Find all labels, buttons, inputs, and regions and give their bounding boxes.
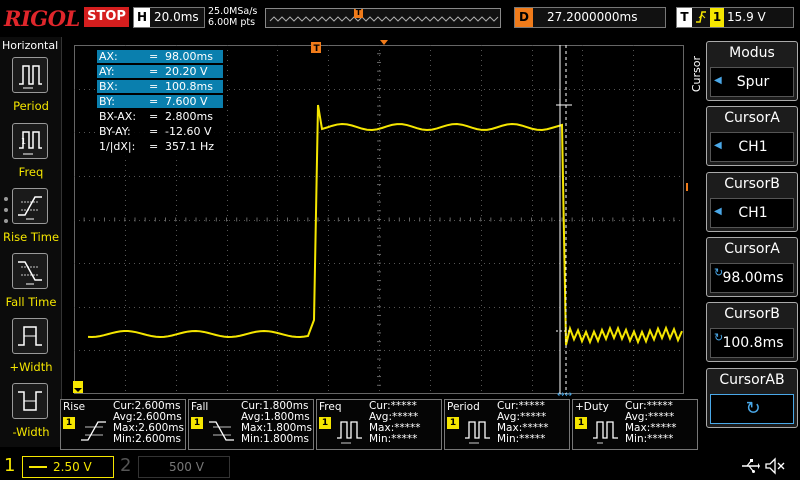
cursor-ab-value-box: ↻ [710,394,794,424]
rise-icon [81,421,106,441]
cursor-a-source-softkey[interactable]: CursorA ◀ CH1 [706,106,798,166]
duty-icon [593,421,618,444]
cursor-a-source-value-box: ◀ CH1 [710,132,794,162]
cursor-b-source-title: CursorB [724,176,780,192]
measurement-stats: Cur:2.600ms Avg:2.600ms Max:2.600ms Min:2.6… [113,400,185,445]
measurement-source: 1 [191,417,203,429]
dc-coupling-icon [29,466,47,468]
measurement-stats: Cur:***** Avg:***** Max:***** Min:***** [497,400,549,445]
cursor-a-position-softkey[interactable]: CursorA ↻ 98.00ms [706,237,798,297]
cursor-a-position-title: CursorA [724,241,780,257]
measurement-name: +Duty [575,401,609,413]
cursor-readout-panel: AX: = 98.00ms AY: = 20.20 V BX: = 100.8ms BY: =… [95,48,225,156]
measurement-source: 1 [63,417,75,429]
channel-status-bar: 1 2.50 V 2 500 V [0,452,800,480]
measurement-source: 1 [575,417,587,429]
measurement-name: Rise [63,401,86,413]
cursor-b-position-title: CursorB [724,306,780,322]
cursor-mode-title: Modus [729,45,775,61]
cursor-ab-softkey[interactable]: CursorAB ↻ [706,368,798,428]
cursor-b-source-value-box: ◀ CH1 [710,198,794,228]
ch1-number[interactable]: 1 [4,452,24,480]
speaker-mute-icon[interactable] [764,457,786,475]
measurement-rise[interactable]: Rise 1 Cur:2.600ms Avg:2.600ms Max:2.600ms… [60,399,186,450]
cursor-a-position-value-box: ↻ 98.00ms [710,263,794,293]
measurement-results-strip: Rise 1 Cur:2.600ms Avg:2.600ms Max:2.600ms… [60,399,700,450]
measurement-stats: Cur:***** Avg:***** Max:***** Min:***** [625,400,677,445]
cursor-bx-row: BX: = 100.8ms [97,80,223,93]
cursor-ay-row: AY: = 20.20 V [97,65,223,78]
measurement-source: 1 [447,417,459,429]
cursor-b-position-value: 100.8ms [722,335,784,351]
measurement-freq[interactable]: Freq 1 Cur:***** Avg:***** Max:***** Min:**… [316,399,442,450]
cursor-mode-value-box: ◀ Spur [710,67,794,97]
measurement-source: 1 [319,417,331,429]
measurement-name: Fall [191,401,209,413]
measurement-stats: Cur:1.800ms Avg:1.800ms Max:1.800ms Min:1.8… [241,400,313,445]
cursor-mode-value: Spur [736,74,770,90]
period-icon [465,421,490,444]
cursor-delta-x-row: BX-AX: = 2.800ms [99,110,213,123]
cursor-b-position-softkey[interactable]: CursorB ↻ 100.8ms [706,302,798,362]
ch2-scale: 500 V [169,460,204,474]
ch2-number[interactable]: 2 [120,452,131,480]
measurement-fall[interactable]: Fall 1 Cur:1.800ms Avg:1.800ms Max:1.800ms… [188,399,314,450]
cursor-a-position-value: 98.00ms [722,270,784,286]
usb-icon [742,459,760,473]
ch1-scale: 2.50 V [53,460,92,474]
measurement-name: Period [447,401,480,413]
cursor-b-position-value-box: ↻ 100.8ms [710,328,794,358]
fall-icon [209,421,234,441]
ch1-scale-box[interactable]: 2.50 V [22,456,114,478]
freq-icon [337,421,362,444]
cursor-a-source-title: CursorA [724,110,780,126]
cursor-inverse-dx-row: 1/|dX|: = 357.1 Hz [99,140,215,153]
cursor-menu-title: Cursor [690,56,703,93]
measurement-name: Freq [319,401,342,413]
cursor-by-row: BY: = 7.600 V [97,95,223,108]
measurement-duty[interactable]: +Duty 1 Cur:***** Avg:***** Max:***** Min:*… [572,399,698,450]
knob-icon: ↻ [745,398,761,419]
cursor-b-source-value: CH1 [738,205,768,221]
cursor-ax-row: AX: = 98.00ms [97,50,223,63]
cursor-b-source-softkey[interactable]: CursorB ◀ CH1 [706,172,798,232]
ch2-scale-box[interactable]: 500 V [138,456,230,478]
cursor-delta-y-row: BY-AY: = -12.60 V [99,125,212,138]
measurement-period[interactable]: Period 1 Cur:***** Avg:***** Max:***** Min:… [444,399,570,450]
cursor-mode-softkey[interactable]: Modus ◀ Spur [706,41,798,101]
measurement-stats: Cur:***** Avg:***** Max:***** Min:***** [369,400,421,445]
cursor-ab-title: CursorAB [719,372,785,388]
cursor-a-source-value: CH1 [738,139,768,155]
